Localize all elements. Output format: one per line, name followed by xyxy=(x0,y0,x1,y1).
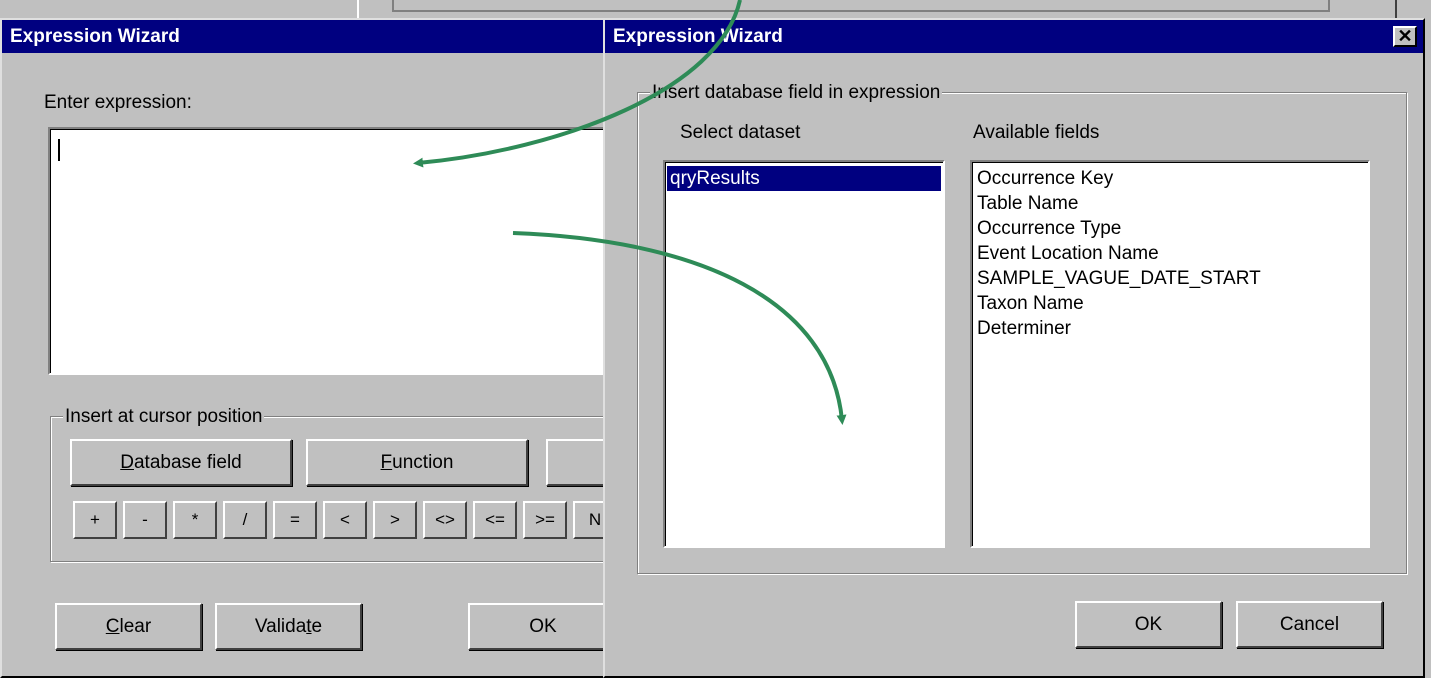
operator-less-equal-button[interactable]: <= xyxy=(473,501,517,539)
left-ok-button[interactable]: OK xyxy=(468,603,618,650)
list-item-field[interactable]: SAMPLE_VAGUE_DATE_START xyxy=(974,266,1366,291)
operator-label: = xyxy=(290,510,300,529)
operator-label: * xyxy=(191,510,199,529)
clear-accelerator: C xyxy=(105,616,120,637)
operator-label: - xyxy=(142,510,148,529)
text-cursor xyxy=(58,139,60,161)
operator-multiply-button[interactable]: * xyxy=(173,501,217,539)
dialog-title-bar: Expression Wizard xyxy=(605,20,1423,53)
dataset-list[interactable]: qryResults xyxy=(663,160,945,548)
database-field-accelerator: D xyxy=(120,452,134,473)
operator-label: < xyxy=(340,510,350,529)
function-button[interactable]: Function xyxy=(306,439,528,486)
fields-list[interactable]: Occurrence Key Table Name Occurrence Typ… xyxy=(970,160,1370,548)
cancel-button[interactable]: Cancel xyxy=(1236,601,1383,648)
left-ok-label: OK xyxy=(529,616,557,637)
operator-label: N xyxy=(588,510,602,529)
operator-label: <> xyxy=(435,510,455,529)
operator-greater-than-button[interactable]: > xyxy=(373,501,417,539)
expression-input[interactable] xyxy=(48,127,628,375)
right-ok-label: OK xyxy=(1134,614,1163,635)
cancel-label: Cancel xyxy=(1279,614,1340,635)
dialog-title-bar: Expression Wizard xyxy=(2,20,618,53)
function-label-post: unction xyxy=(392,452,454,473)
dialog-title: Expression Wizard xyxy=(10,26,180,47)
list-item-field[interactable]: Taxon Name xyxy=(974,291,1366,316)
operator-plus-button[interactable]: + xyxy=(73,501,117,539)
expression-label: Enter expression: xyxy=(44,92,192,113)
close-glyph: ✕ xyxy=(1397,26,1413,46)
clear-label-post: lear xyxy=(119,616,152,637)
clear-button[interactable]: Clear xyxy=(55,603,202,650)
validate-label-pre: Valida xyxy=(254,616,307,637)
operator-greater-equal-button[interactable]: >= xyxy=(523,501,567,539)
operator-label: <= xyxy=(485,510,505,529)
operator-not-equal-button[interactable]: <> xyxy=(423,501,467,539)
operator-label: >= xyxy=(535,510,555,529)
list-item-field[interactable]: Determiner xyxy=(974,316,1366,341)
select-dataset-label: Select dataset xyxy=(680,122,801,143)
operator-equals-button[interactable]: = xyxy=(273,501,317,539)
database-field-button[interactable]: Database field xyxy=(70,439,292,486)
validate-button[interactable]: Validate xyxy=(215,603,362,650)
operator-divide-button[interactable]: / xyxy=(223,501,267,539)
list-item-dataset[interactable]: qryResults xyxy=(667,166,941,191)
database-field-label-post: atabase field xyxy=(133,452,242,473)
insert-at-cursor-caption: Insert at cursor position xyxy=(63,406,265,428)
background-window-panel xyxy=(392,0,1330,12)
operator-minus-button[interactable]: - xyxy=(123,501,167,539)
list-item-field[interactable]: Occurrence Key xyxy=(974,166,1366,191)
list-item-field[interactable]: Event Location Name xyxy=(974,241,1366,266)
insert-database-field-caption: Insert database field in expression xyxy=(650,82,943,104)
list-item-field[interactable]: Occurrence Type xyxy=(974,216,1366,241)
validate-label-post: e xyxy=(311,616,323,637)
available-fields-label: Available fields xyxy=(973,122,1100,143)
list-item-field[interactable]: Table Name xyxy=(974,191,1366,216)
close-icon[interactable]: ✕ xyxy=(1393,26,1417,47)
function-accelerator: F xyxy=(380,452,393,473)
operator-label: + xyxy=(90,510,100,529)
operator-less-than-button[interactable]: < xyxy=(323,501,367,539)
dialog-title: Expression Wizard xyxy=(613,26,783,47)
operator-label: > xyxy=(390,510,400,529)
insert-at-cursor-group xyxy=(50,416,620,562)
operator-label: / xyxy=(242,510,248,529)
right-ok-button[interactable]: OK xyxy=(1075,601,1222,648)
